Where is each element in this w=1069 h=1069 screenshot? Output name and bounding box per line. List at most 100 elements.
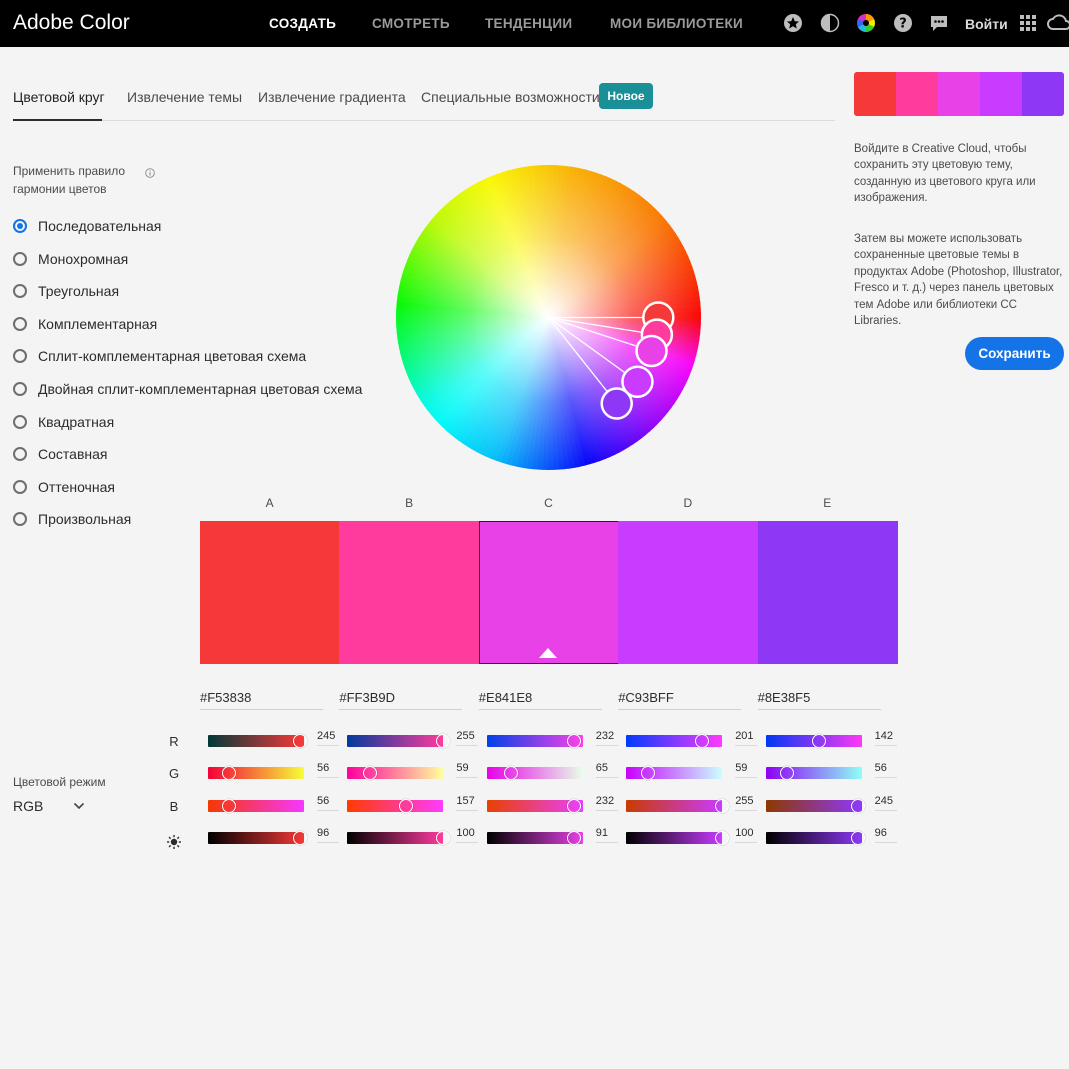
help-icon[interactable]: ? — [893, 13, 913, 33]
slider-knob[interactable] — [641, 766, 656, 780]
nav-trends[interactable]: ТЕНДЕНЦИИ — [485, 16, 572, 31]
slider-value[interactable]: 201 — [735, 730, 758, 746]
login-link[interactable]: Войти — [965, 16, 1008, 32]
creative-cloud-icon[interactable] — [1047, 13, 1069, 33]
slider-value[interactable]: 56 — [317, 762, 339, 778]
slider-brightness[interactable] — [765, 831, 865, 845]
slider-value[interactable]: 245 — [317, 730, 339, 746]
slider-knob[interactable] — [567, 799, 582, 813]
slider-knob[interactable] — [694, 734, 709, 748]
slider-knob[interactable] — [812, 734, 827, 748]
slider-r[interactable] — [486, 734, 583, 748]
slider-value[interactable]: 96 — [874, 827, 897, 843]
star-icon[interactable] — [783, 13, 803, 33]
slider-knob[interactable] — [567, 831, 582, 845]
hex-input[interactable]: #8E38F5 — [757, 690, 881, 710]
slider-g[interactable] — [626, 766, 723, 780]
nav-create[interactable]: СОЗДАТЬ — [269, 16, 336, 31]
slider-knob[interactable] — [293, 831, 308, 845]
slider-value[interactable]: 142 — [874, 730, 897, 746]
slider-b[interactable] — [347, 799, 444, 813]
radio-button[interactable] — [13, 382, 27, 396]
slider-b[interactable] — [626, 799, 730, 813]
color-swatch-b[interactable] — [339, 521, 480, 664]
radio-button[interactable] — [13, 349, 27, 364]
slider-b[interactable] — [765, 799, 865, 813]
harmony-option[interactable]: Квадратная — [13, 412, 114, 432]
wheel-handle-e[interactable] — [600, 387, 633, 420]
tab-extract-gradient[interactable]: Извлечение градиента — [258, 89, 406, 105]
color-swatch-e[interactable] — [757, 521, 898, 664]
radio-button[interactable] — [13, 284, 27, 299]
slider-value[interactable]: 59 — [735, 762, 758, 778]
slider-knob[interactable] — [399, 799, 414, 813]
hex-input[interactable]: #FF3B9D — [339, 690, 463, 710]
slider-brightness[interactable] — [208, 831, 308, 845]
slider-g[interactable] — [347, 766, 444, 780]
slider-value[interactable]: 232 — [595, 795, 618, 811]
save-button[interactable]: Сохранить — [965, 337, 1064, 370]
slider-value[interactable]: 255 — [456, 730, 479, 746]
color-swatch-d[interactable] — [618, 521, 759, 664]
harmony-option[interactable]: Оттеночная — [13, 477, 115, 497]
color-wheel[interactable] — [396, 165, 701, 470]
slider-knob[interactable] — [779, 766, 794, 780]
radio-button[interactable] — [13, 479, 27, 494]
slider-g[interactable] — [208, 766, 304, 780]
slider-knob[interactable] — [293, 734, 308, 748]
slider-value[interactable]: 100 — [735, 827, 758, 843]
slider-value[interactable]: 245 — [874, 795, 897, 811]
harmony-option[interactable]: Монохромная — [13, 249, 128, 269]
hex-input[interactable]: #C93BFF — [618, 690, 742, 710]
slider-value[interactable]: 232 — [595, 730, 618, 746]
color-swatch-a[interactable] — [200, 521, 340, 664]
wheel-handle-c[interactable] — [635, 334, 668, 368]
nav-explore[interactable]: СМОТРЕТЬ — [372, 16, 450, 31]
color-swatch-c[interactable] — [478, 521, 619, 664]
harmony-option[interactable]: Произвольная — [13, 509, 131, 529]
contrast-icon[interactable] — [820, 13, 840, 33]
slider-b[interactable] — [486, 799, 583, 813]
slider-brightness[interactable] — [347, 831, 451, 845]
slider-knob[interactable] — [504, 766, 519, 780]
slider-r[interactable] — [208, 734, 308, 748]
slider-value[interactable]: 255 — [735, 795, 758, 811]
apps-grid-icon[interactable] — [1018, 13, 1038, 33]
slider-brightness[interactable] — [626, 831, 730, 845]
chevron-down-icon[interactable] — [73, 800, 85, 812]
tab-accessibility[interactable]: Специальные возможности — [421, 89, 600, 105]
harmony-option[interactable]: Составная — [13, 444, 107, 464]
radio-button[interactable] — [13, 251, 27, 266]
radio-button[interactable] — [13, 512, 27, 527]
harmony-option[interactable]: Двойная сплит-комплементарная цветовая с… — [13, 379, 362, 399]
slider-g[interactable] — [765, 766, 862, 780]
slider-knob[interactable] — [222, 766, 237, 780]
brand-logo[interactable]: Adobe Color — [13, 11, 130, 35]
radio-button[interactable] — [13, 316, 27, 331]
slider-b[interactable] — [208, 799, 304, 813]
slider-value[interactable]: 65 — [595, 762, 618, 778]
feedback-icon[interactable] — [929, 13, 949, 33]
tab-color-wheel[interactable]: Цветовой круг — [13, 89, 105, 105]
harmony-option[interactable]: Комплементарная — [13, 314, 157, 334]
slider-knob[interactable] — [850, 799, 865, 813]
slider-knob[interactable] — [222, 799, 237, 813]
hex-input[interactable]: #F53838 — [200, 690, 323, 710]
harmony-option[interactable]: Треугольная — [13, 281, 119, 301]
slider-value[interactable]: 56 — [317, 795, 339, 811]
slider-knob[interactable] — [567, 734, 582, 748]
slider-r[interactable] — [347, 734, 451, 748]
slider-knob[interactable] — [436, 831, 451, 845]
slider-knob[interactable] — [715, 799, 730, 813]
harmony-option[interactable]: Сплит-комплементарная цветовая схема — [13, 346, 306, 366]
slider-knob[interactable] — [715, 831, 730, 845]
radio-button[interactable] — [13, 447, 27, 462]
nav-my-libraries[interactable]: МОИ БИБЛИОТЕКИ — [610, 16, 743, 31]
slider-value[interactable]: 157 — [456, 795, 479, 811]
hex-input[interactable]: #E841E8 — [478, 690, 602, 710]
slider-knob[interactable] — [850, 831, 865, 845]
slider-knob[interactable] — [362, 766, 377, 780]
info-icon[interactable] — [145, 168, 155, 178]
slider-value[interactable]: 56 — [874, 762, 897, 778]
slider-value[interactable]: 59 — [456, 762, 479, 778]
